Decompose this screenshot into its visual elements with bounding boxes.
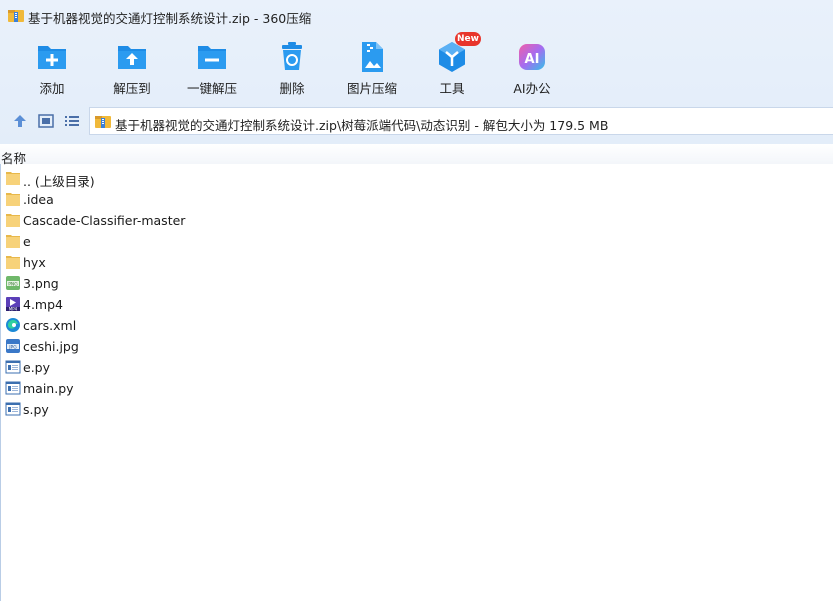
file-name: .idea xyxy=(23,192,54,207)
folder-icon xyxy=(6,235,20,248)
file-name: s.py xyxy=(23,402,49,417)
current-path: 基于机器视觉的交通灯控制系统设计.zip\树莓派端代码\动态识别 - 解包大小为… xyxy=(115,118,609,133)
file-name: cars.xml xyxy=(23,318,77,333)
svg-text:AI: AI xyxy=(525,52,540,67)
file-row[interactable]: PNG 3.png xyxy=(0,273,833,294)
window-title: 基于机器视觉的交通灯控制系统设计.zip - 360压缩 xyxy=(28,11,312,26)
python-file-icon xyxy=(5,402,21,416)
archive-icon xyxy=(8,10,24,22)
folder-row[interactable]: .idea xyxy=(0,189,833,210)
folder-icon xyxy=(6,214,20,227)
video-file-icon: MP4 xyxy=(6,297,20,312)
file-row[interactable]: JPG ceshi.jpg xyxy=(0,336,833,357)
image-compress-button[interactable]: 图片压缩 xyxy=(332,38,412,98)
add-button[interactable]: 添加 xyxy=(12,38,92,98)
file-row[interactable]: cars.xml xyxy=(0,315,833,336)
edge-browser-icon xyxy=(6,318,20,332)
archive-icon xyxy=(95,116,111,128)
extract-to-button[interactable]: 解压到 xyxy=(92,38,172,98)
png-image-icon: PNG xyxy=(6,276,20,290)
svg-text:PNG: PNG xyxy=(8,282,18,288)
file-name: Cascade-Classifier-master xyxy=(23,213,186,228)
file-name: 4.mp4 xyxy=(23,297,63,312)
folder-row[interactable]: Cascade-Classifier-master xyxy=(0,210,833,231)
file-name: ceshi.jpg xyxy=(23,339,79,354)
one-click-extract-label: 一键解压 xyxy=(186,81,237,96)
thumbnail-view-icon[interactable] xyxy=(37,113,55,129)
file-name: hyx xyxy=(23,255,46,270)
python-file-icon xyxy=(5,381,21,395)
list-view-icon[interactable] xyxy=(63,113,81,129)
delete-label: 删除 xyxy=(279,81,305,96)
file-row[interactable]: main.py xyxy=(0,378,833,399)
folder-row[interactable]: .. (上级目录) xyxy=(0,168,833,189)
top-chrome: 基于机器视觉的交通灯控制系统设计.zip - 360压缩 添加 解压到 一键解压 xyxy=(0,0,833,144)
address-bar[interactable]: 基于机器视觉的交通灯控制系统设计.zip\树莓派端代码\动态识别 - 解包大小为… xyxy=(89,107,833,135)
svg-text:MP4: MP4 xyxy=(9,307,18,312)
file-name: 3.png xyxy=(23,276,59,291)
add-icon xyxy=(38,46,66,69)
folder-row[interactable]: e xyxy=(0,231,833,252)
ai-office-button[interactable]: AI AI办公 xyxy=(492,38,572,98)
title-bar: 基于机器视觉的交通灯控制系统设计.zip - 360压缩 xyxy=(0,0,833,32)
file-name: e.py xyxy=(23,360,50,375)
folder-row[interactable]: hyx xyxy=(0,252,833,273)
file-name: main.py xyxy=(23,381,74,396)
trash-icon xyxy=(282,42,302,70)
delete-button[interactable]: 删除 xyxy=(252,38,332,98)
folder-icon xyxy=(6,193,20,206)
up-arrow-icon[interactable] xyxy=(11,113,29,129)
add-label: 添加 xyxy=(39,81,65,96)
extract-to-icon xyxy=(118,46,146,69)
file-name: .. (上级目录) xyxy=(23,174,95,189)
list-header: 名称 xyxy=(0,144,833,167)
folder-icon xyxy=(6,172,20,185)
svg-text:JPG: JPG xyxy=(8,345,17,351)
one-click-extract-button[interactable]: 一键解压 xyxy=(172,38,252,98)
folder-icon xyxy=(6,256,20,269)
one-click-extract-icon xyxy=(198,46,226,69)
ai-office-label: AI办公 xyxy=(513,81,551,96)
file-row[interactable]: e.py xyxy=(0,357,833,378)
new-badge: New xyxy=(455,32,481,46)
image-compress-icon xyxy=(362,42,383,72)
file-row[interactable]: MP4 4.mp4 xyxy=(0,294,833,315)
file-name: e xyxy=(23,234,31,249)
file-row[interactable]: s.py xyxy=(0,399,833,420)
python-file-icon xyxy=(5,360,21,374)
jpg-image-icon: JPG xyxy=(6,339,20,353)
tools-label: 工具 xyxy=(439,81,465,96)
image-compress-label: 图片压缩 xyxy=(346,81,397,96)
column-header-name[interactable]: 名称 xyxy=(1,148,26,167)
tools-button[interactable]: 工具 xyxy=(412,38,492,98)
ai-office-icon: AI xyxy=(519,44,545,70)
extract-to-label: 解压到 xyxy=(113,81,151,96)
